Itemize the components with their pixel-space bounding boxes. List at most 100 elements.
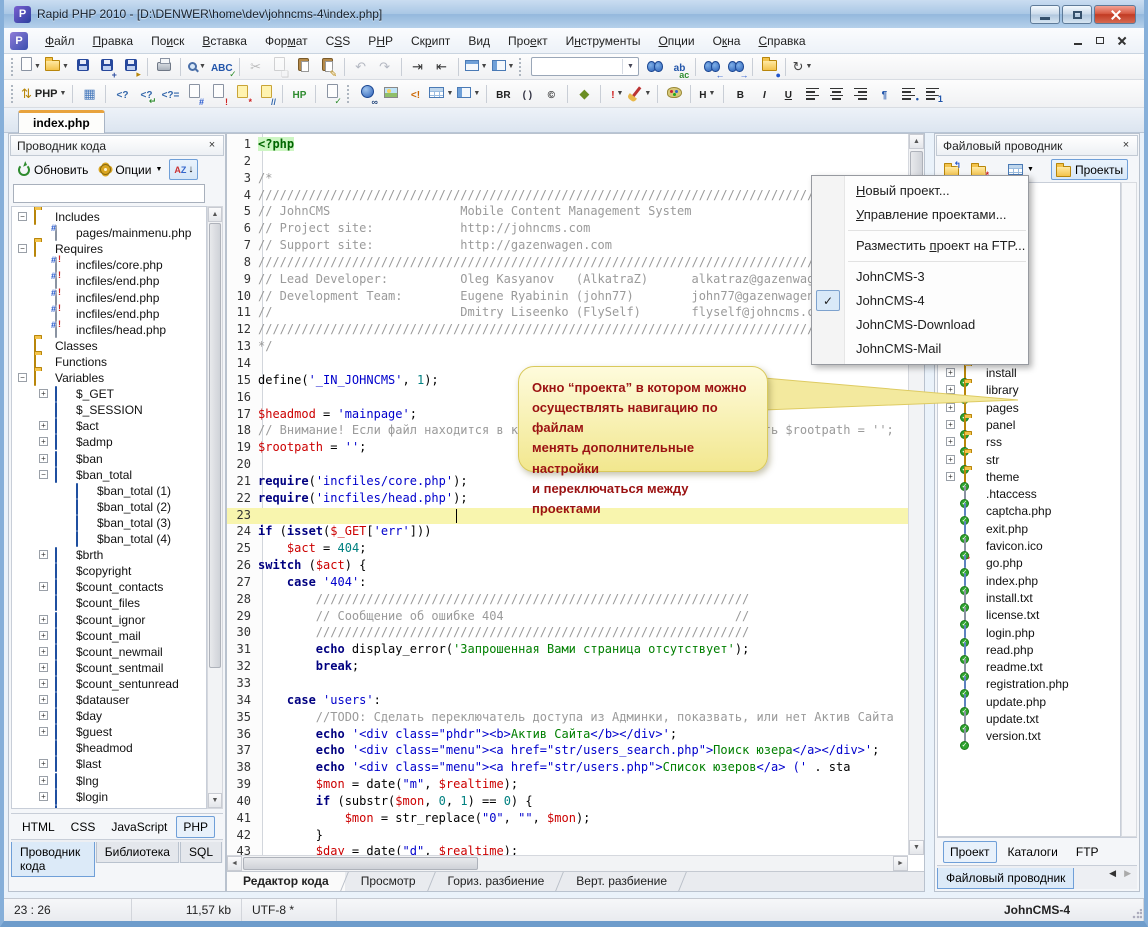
code-explorer-scrollbar[interactable]: ▲ ▼	[207, 206, 223, 809]
code-line[interactable]: 33	[227, 676, 908, 693]
collapse-icon[interactable]: −	[39, 470, 48, 479]
file-item[interactable]: ✓install.txt	[938, 590, 1120, 606]
code-library-button[interactable]: ▦	[77, 83, 101, 105]
code-line[interactable]: 35 //TODO: Сделать переключатель доступа…	[227, 710, 908, 727]
expand-icon[interactable]: +	[39, 792, 48, 801]
expand-icon[interactable]: +	[39, 437, 48, 446]
menu-css[interactable]: CSS	[317, 30, 360, 52]
scroll-right-icon[interactable]: ►	[893, 856, 908, 871]
expand-icon[interactable]: +	[946, 472, 955, 481]
menu-проект[interactable]: Проект	[499, 30, 557, 52]
find-in-files-button[interactable]: ●	[757, 56, 781, 78]
code-line[interactable]: 24if (isset($_GET['err']))	[227, 524, 908, 541]
menu-item-johncms-download[interactable]: JohnCMS-Download	[812, 313, 1028, 337]
panel-layout-button[interactable]: ▼	[490, 56, 517, 78]
code-line[interactable]: 36 echo '<div class="phdr"><b>Актив Сайт…	[227, 727, 908, 744]
expand-icon[interactable]: +	[39, 679, 48, 688]
php-open-tag-button[interactable]: <?	[110, 83, 134, 105]
projects-button[interactable]: Проекты	[1051, 159, 1128, 180]
code-line[interactable]: 40 if (substr($mon, 0, 1) == 0) {	[227, 794, 908, 811]
file-item[interactable]: p✓registration.php	[938, 676, 1120, 692]
replace-button[interactable]: abac	[667, 56, 691, 78]
tab-next-icon[interactable]: ▶	[1124, 868, 1131, 879]
php-block-button[interactable]: #	[182, 83, 206, 105]
close-button[interactable]	[1094, 5, 1136, 24]
expand-icon[interactable]: +	[946, 385, 955, 394]
code-line[interactable]: 2	[227, 154, 908, 171]
html-to-php-button[interactable]: HP	[287, 83, 311, 105]
expand-icon[interactable]: +	[39, 615, 48, 624]
expand-icon[interactable]: +	[39, 695, 48, 704]
expand-icon[interactable]: +	[39, 808, 48, 809]
menu-файл[interactable]: Файл	[36, 30, 84, 52]
code-line[interactable]: 11// Dmitry Liseenko (FlySelf) flyself@j…	[227, 305, 908, 322]
code-line[interactable]: 6// Project site: http://johncms.com	[227, 221, 908, 238]
menu-вставка[interactable]: Вставка	[193, 30, 256, 52]
toolbar-grip[interactable]	[11, 58, 16, 76]
menu-формат[interactable]: Формат	[256, 30, 317, 52]
menu-item-разместить-проект-на-ftp-[interactable]: Разместить проект на FTP...	[812, 234, 1028, 258]
expand-icon[interactable]: +	[39, 759, 48, 768]
restore-button[interactable]	[1062, 5, 1092, 24]
save-copy-button[interactable]: ▸	[119, 56, 143, 78]
comment-line-button[interactable]: //	[254, 83, 278, 105]
tree-item[interactable]: +$admp	[12, 434, 206, 450]
editor-hscrollbar[interactable]: ◄ ►	[227, 855, 908, 871]
mode-проект-button[interactable]: Проект	[943, 841, 997, 863]
menu-скрипт[interactable]: Скрипт	[402, 30, 459, 52]
expand-icon[interactable]: +	[39, 454, 48, 463]
tree-item[interactable]: +$guest	[12, 724, 206, 740]
tree-item[interactable]: +$count_sentmail	[12, 660, 206, 676]
code-line[interactable]: 42 }	[227, 828, 908, 845]
tree-item[interactable]: +$brth	[12, 547, 206, 563]
upload-button[interactable]: ↑	[1140, 159, 1148, 180]
php-block-alt-button[interactable]: !	[206, 83, 230, 105]
expand-icon[interactable]: +	[946, 455, 955, 464]
file-item[interactable]: is✓favicon.ico	[938, 538, 1120, 554]
menu-item-johncms-mail[interactable]: JohnCMS-Mail	[812, 337, 1028, 361]
tree-item[interactable]: $ban_total (3)	[12, 515, 206, 531]
code-line[interactable]: 9// Lead Developer: Oleg Kasyanov (Alkat…	[227, 272, 908, 289]
tree-item[interactable]: +$mon	[12, 805, 206, 809]
collapse-icon[interactable]: −	[18, 212, 27, 221]
paste-button[interactable]	[292, 56, 316, 78]
toolbar-grip[interactable]	[11, 85, 16, 103]
tree-item[interactable]: $count_files	[12, 595, 206, 611]
file-item[interactable]: ✓license.txt	[938, 607, 1120, 623]
validate-button[interactable]: ✓	[320, 83, 344, 105]
tree-item[interactable]: +$last	[12, 756, 206, 772]
tab-библиотека[interactable]: Библиотека	[96, 842, 179, 863]
code-line[interactable]: 32 break;	[227, 659, 908, 676]
sort-az-button[interactable]: AZ ↓	[169, 159, 198, 180]
underline-button[interactable]: U	[776, 83, 800, 105]
view-tab-верт-разбиение[interactable]: Верт. разбиение	[560, 872, 683, 891]
tree-item[interactable]: −Requires	[12, 241, 206, 257]
tab-проводник-кода[interactable]: Проводник кода	[11, 842, 95, 877]
tree-item[interactable]: $ban_total (4)	[12, 531, 206, 547]
file-item[interactable]: p✓read.php	[938, 642, 1120, 658]
bullet-list-button[interactable]: •	[896, 83, 920, 105]
indent-button[interactable]: ⇥	[406, 56, 430, 78]
tree-item[interactable]: +$count_ignor	[12, 612, 206, 628]
code-line[interactable]: 25 $act = 404;	[227, 541, 908, 558]
menu-item-новый-проект-[interactable]: Новый проект...	[812, 179, 1028, 203]
scroll-up-icon[interactable]: ▲	[208, 207, 222, 222]
align-left-button[interactable]	[800, 83, 824, 105]
tab-sql[interactable]: SQL	[180, 842, 222, 863]
save-all-button[interactable]: +	[95, 56, 119, 78]
expand-icon[interactable]: +	[39, 631, 48, 640]
close-icon[interactable]: ×	[205, 139, 219, 153]
refresh-tree-button[interactable]: Обновить	[13, 159, 93, 180]
tree-item[interactable]: −$ban_total	[12, 467, 206, 483]
code-line[interactable]: 7// Support site: http://gazenwagen.com	[227, 238, 908, 255]
comment-note-button[interactable]: *	[230, 83, 254, 105]
menu-справка[interactable]: Справка	[749, 30, 814, 52]
menu-инструменты[interactable]: Инструменты	[557, 30, 650, 52]
code-line[interactable]: 39 $mon = date("m", $realtime);	[227, 777, 908, 794]
bold-button[interactable]: B	[728, 83, 752, 105]
align-center-button[interactable]	[824, 83, 848, 105]
menu-item-управление-проектами-[interactable]: Управление проектами...	[812, 203, 1028, 227]
code-line[interactable]: 29 // Сообщение об ошибке 404 //	[227, 609, 908, 626]
expand-icon[interactable]: +	[39, 550, 48, 559]
file-item[interactable]: p✓captcha.php	[938, 503, 1120, 519]
